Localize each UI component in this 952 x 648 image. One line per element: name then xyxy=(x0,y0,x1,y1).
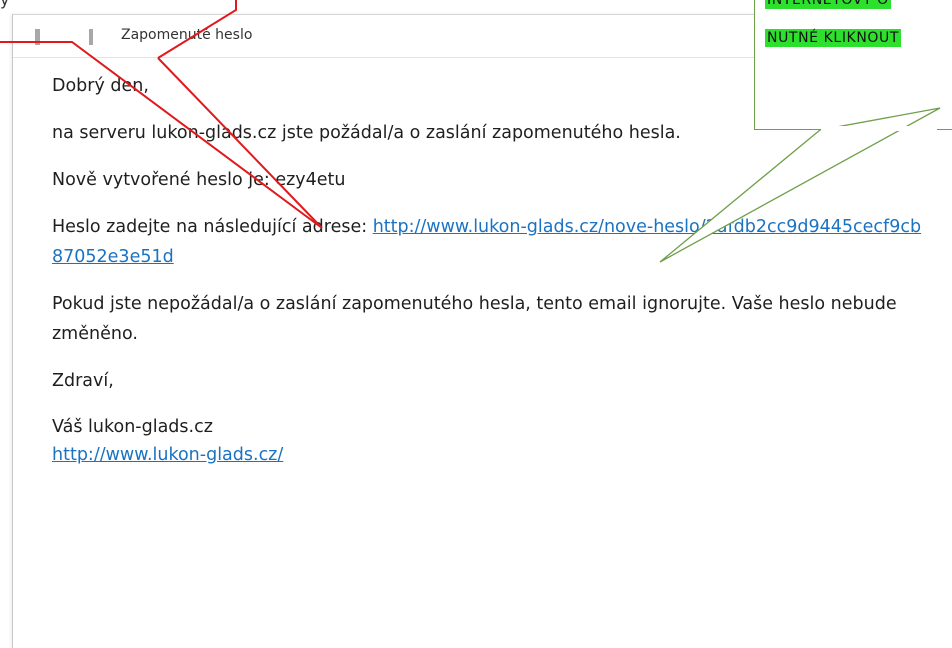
separator-icon xyxy=(89,29,93,45)
password-value: ezy4etu xyxy=(275,170,346,190)
signature-link[interactable]: http://www.lukon-glads.cz/ xyxy=(52,445,283,465)
closing: Zdraví, xyxy=(52,371,114,391)
flag-icon[interactable] xyxy=(35,29,40,45)
password-line: Nově vytvořené heslo je: ezy4etu xyxy=(52,165,932,195)
password-label: Nově vytvořené heslo je: xyxy=(52,170,276,190)
link-label: Heslo zadejte na následující adrese: xyxy=(52,217,373,237)
signature: Váš lukon-glads.cz http://www.lukon-glads… xyxy=(52,413,932,469)
ignore-line: Pokud jste nepožádal/a o zaslání zapomen… xyxy=(52,294,897,344)
screenshot-stage: y Zapomenuté heslo Dobrý den, na serveru… xyxy=(0,0,952,648)
callout-text-line-1: INTERNETOVÝ O xyxy=(765,0,891,9)
callout-text-line-2: NUTNÉ KLIKNOUT xyxy=(765,29,902,47)
link-line: Heslo zadejte na následující adrese: htt… xyxy=(52,212,932,272)
email-body: Dobrý den, na serveru lukon-glads.cz jst… xyxy=(52,71,932,486)
signature-name: Váš lukon-glads.cz xyxy=(52,417,213,437)
top-left-fragment: y xyxy=(0,0,9,9)
email-subject: Zapomenuté heslo xyxy=(121,27,253,43)
annotation-callout: INTERNETOVÝ O NUTNÉ KLIKNOUT xyxy=(754,0,952,130)
